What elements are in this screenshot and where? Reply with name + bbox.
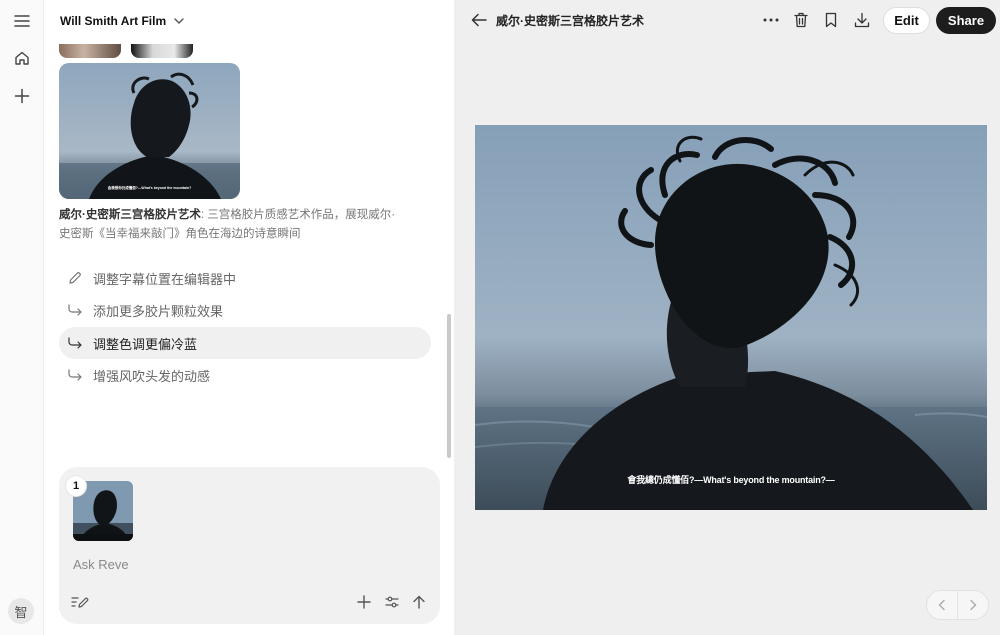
suggestion-item[interactable]: 调整字幕位置在编辑器中 [59, 262, 431, 294]
return-arrow-icon [67, 304, 83, 316]
main-image[interactable]: 會我總仍成懂佰?—What's beyond the mountain?— [475, 125, 987, 510]
return-arrow-icon [67, 337, 83, 349]
attachment-count-badge: 1 [66, 476, 86, 496]
add-icon[interactable] [353, 591, 375, 613]
home-icon[interactable] [8, 44, 36, 72]
chevron-down-icon [174, 16, 184, 27]
icon-rail: 智 [0, 0, 44, 635]
previous-icon[interactable] [927, 591, 957, 619]
previous-image-thumbnail[interactable] [131, 44, 193, 58]
next-icon[interactable] [958, 591, 988, 619]
return-arrow-icon [67, 369, 83, 381]
image-description: 威尔·史密斯三宫格胶片艺术: 三宫格胶片质感艺术作品，展现威尔·史密斯《当幸福来… [59, 206, 399, 244]
suggestion-item[interactable]: 添加更多胶片颗粒效果 [59, 294, 431, 326]
settings-sliders-icon[interactable] [381, 591, 403, 613]
download-icon[interactable] [851, 9, 873, 31]
pencil-icon [67, 271, 83, 285]
project-title-dropdown[interactable]: Will Smith Art Film [60, 10, 184, 32]
generated-image-thumbnail[interactable]: 会我想你仍成懂佰?—What's beyond the mountain? [59, 63, 240, 199]
image-subtitle: 會我總仍成懂佰?—What's beyond the mountain?— [627, 475, 835, 485]
composer: 1 [59, 467, 440, 624]
share-button[interactable]: Share [936, 7, 996, 34]
suggestion-label: 调整字幕位置在编辑器中 [93, 271, 237, 287]
bookmark-icon[interactable] [820, 9, 842, 31]
viewer-title: 威尔·史密斯三宫格胶片艺术 [496, 14, 644, 28]
suggestion-item-active[interactable]: 调整色调更偏冷蓝 [59, 327, 431, 359]
description-title: 威尔·史密斯三宫格胶片艺术 [59, 209, 201, 221]
suggestion-item[interactable]: 增强风吹头发的动感 [59, 359, 431, 391]
image-viewer: 威尔·史密斯三宫格胶片艺术 Edit Share 會我總仍成懂佰?—What's… [454, 0, 1000, 635]
avatar[interactable]: 智 [8, 598, 34, 624]
ask-input[interactable] [73, 557, 413, 572]
edit-button[interactable]: Edit [883, 7, 930, 34]
more-options-icon[interactable] [760, 9, 782, 31]
thumbnail-subtitle: 会我想你仍成懂佰?—What's beyond the mountain? [107, 186, 192, 190]
project-title: Will Smith Art Film [60, 14, 167, 28]
back-arrow-icon[interactable] [468, 9, 490, 31]
send-arrow-up-icon[interactable] [408, 591, 430, 613]
previous-image-thumbnail[interactable] [59, 44, 121, 58]
menu-icon[interactable] [8, 7, 36, 35]
suggestion-label: 调整色调更偏冷蓝 [93, 336, 198, 352]
suggestion-label: 添加更多胶片颗粒效果 [93, 303, 224, 319]
trash-icon[interactable] [790, 9, 812, 31]
chat-scrollbar[interactable] [447, 314, 451, 458]
suggestion-label: 增强风吹头发的动感 [93, 368, 211, 384]
previous-images [59, 44, 193, 58]
image-pager [926, 590, 989, 620]
viewer-toolbar: 威尔·史密斯三宫格胶片艺术 Edit Share [454, 0, 1000, 42]
plus-icon[interactable] [8, 82, 36, 110]
edit-prompt-icon[interactable] [69, 591, 91, 613]
chat-panel: Will Smith Art Film 会我想你仍成懂佰?—What's bey… [44, 0, 454, 635]
